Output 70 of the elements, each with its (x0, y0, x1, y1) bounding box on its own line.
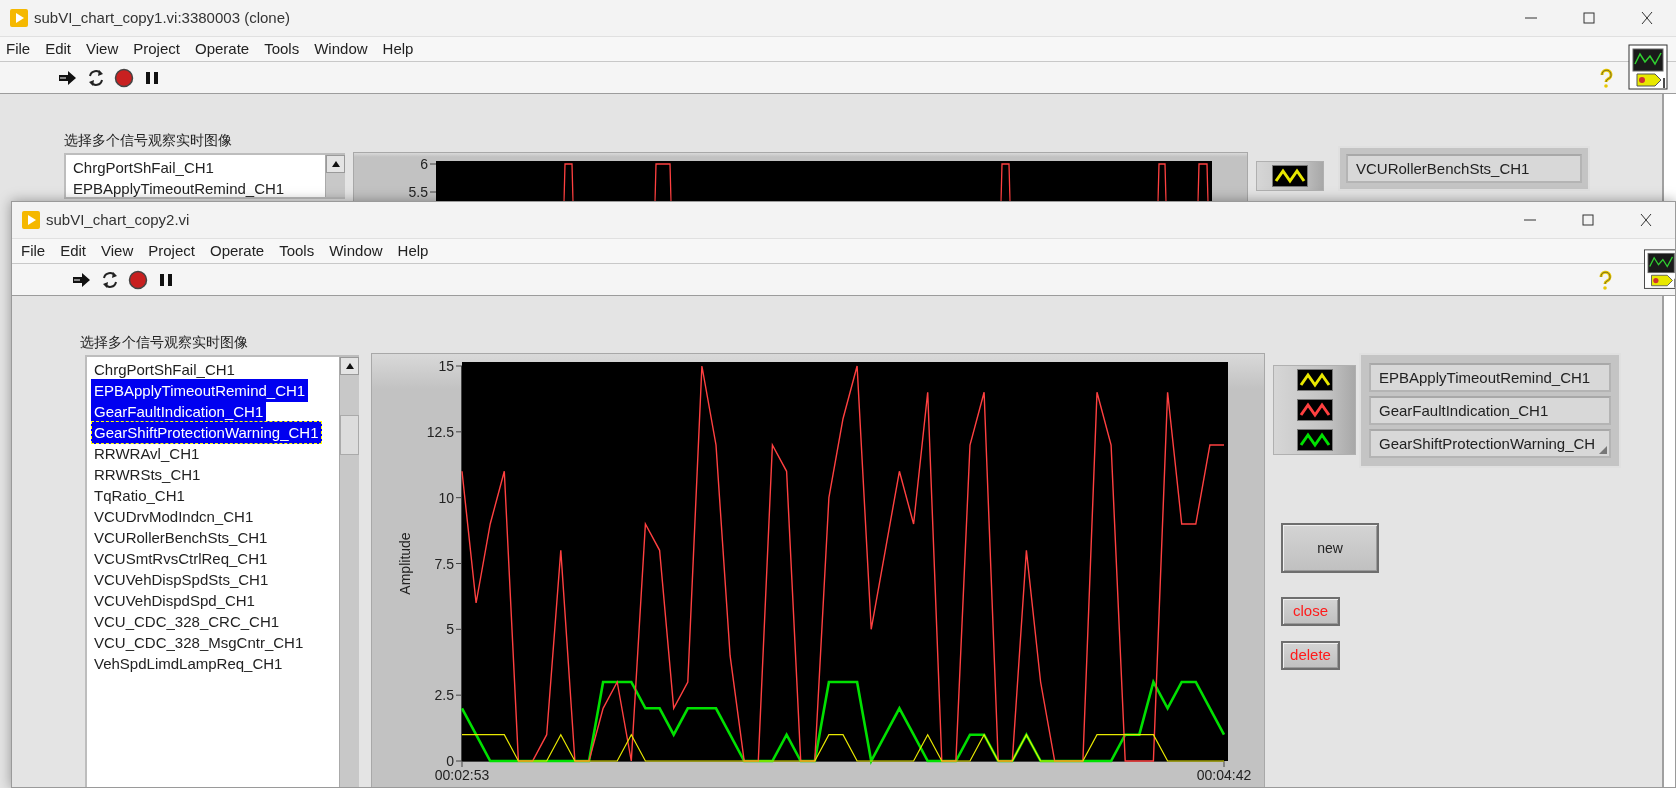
scroll-thumb[interactable] (340, 415, 359, 455)
menu-item[interactable]: Edit (60, 239, 87, 263)
list-item[interactable]: ChrgPortShFail_CH1 (91, 358, 238, 381)
scrollbar[interactable] (325, 155, 345, 197)
tick-label: 0 (446, 753, 454, 769)
list-item[interactable]: EPBApplyTimeoutRemind_CH1 (91, 379, 309, 402)
tick-label: 00:04:42 (1196, 767, 1252, 783)
menu-item[interactable]: Tools (279, 239, 315, 263)
axis-title: Amplitude (397, 532, 413, 595)
signal-list[interactable] (85, 355, 359, 787)
menu-item[interactable]: Project (148, 239, 195, 263)
list-item[interactable]: VCUVehDispSpdSts_CH1 (91, 568, 272, 591)
tick-label: 00:02:53 (434, 767, 490, 783)
signal-list[interactable]: ChrgPortShFail_CH1 EPBApplyTimeoutRemind_CH1 (64, 153, 345, 199)
scroll-up-icon[interactable] (344, 362, 355, 370)
resize-corner-icon (1599, 446, 1607, 454)
tick-label: 5 (446, 621, 454, 638)
scrollbar[interactable] (339, 357, 359, 787)
list-item[interactable]: VCUSmtRvsCtrlReq_CH1 (91, 547, 271, 570)
list-item[interactable]: GearShiftProtectionWarning_CH1 (91, 421, 322, 444)
tick-label: 2.5 (434, 687, 454, 704)
tick-label: 10 (438, 489, 454, 506)
abort-icon[interactable] (114, 67, 134, 88)
tick-label: 5.5 (408, 184, 428, 200)
menu-item[interactable]: Edit (45, 37, 72, 61)
menu-item[interactable]: Window (314, 37, 368, 61)
window-title: subVI_chart_copy1.vi:3380003 (clone) (34, 7, 290, 28)
tick-label: 15 (438, 358, 454, 374)
scroll-up-icon[interactable] (330, 160, 341, 168)
menu-item[interactable]: View (86, 37, 119, 61)
run-continuously-icon[interactable] (86, 67, 106, 88)
list-item[interactable]: VehSpdLimdLampReq_CH1 (91, 652, 286, 675)
legend-label[interactable]: GearFaultIndication_CH1 (1369, 396, 1611, 425)
list-item[interactable]: ChrgPortShFail_CH1 (70, 156, 217, 179)
menu-item[interactable]: File (6, 37, 31, 61)
list-label: 选择多个信号观察实时图像 (64, 131, 233, 150)
legend-label[interactable]: VCURollerBenchSts_CH1 (1346, 154, 1582, 183)
list-item[interactable]: EPBApplyTimeoutRemind_CH1 (70, 177, 288, 200)
vi-icon[interactable] (1628, 44, 1670, 92)
list-item[interactable]: VCURollerBenchSts_CH1 (91, 526, 271, 549)
tick-label: 12.5 (426, 423, 454, 440)
list-item[interactable]: RRWRSts_CH1 (91, 463, 204, 486)
menu-item[interactable]: Project (133, 37, 180, 61)
list-item[interactable]: VCU_CDC_328_CRC_CH1 (91, 610, 283, 633)
app-icon (10, 9, 28, 27)
tick-label: 7.5 (434, 555, 454, 572)
vi-icon[interactable] (1641, 249, 1675, 291)
list-item[interactable]: GearFaultIndication_CH1 (91, 400, 267, 423)
tick-label: 6 (420, 156, 428, 172)
action-button[interactable]: new (1281, 523, 1379, 573)
window-title: subVI_chart_copy2.vi (46, 209, 190, 230)
menu-item[interactable]: Operate (194, 37, 250, 61)
list-item[interactable]: VCUVehDispdSpd_CH1 (91, 589, 258, 612)
menu-item[interactable]: Help (397, 239, 429, 263)
menu-item[interactable]: View (101, 239, 134, 263)
list-item[interactable]: VCUDrvModIndcn_CH1 (91, 505, 257, 528)
run-continuously-icon[interactable] (100, 269, 120, 290)
list-item[interactable]: TqRatio_CH1 (91, 484, 188, 507)
menu-item[interactable]: Help (382, 37, 414, 61)
app-icon (22, 211, 40, 229)
legend-label[interactable]: EPBApplyTimeoutRemind_CH1 (1369, 363, 1611, 392)
menu-item[interactable]: File (21, 239, 46, 263)
menu-item[interactable]: Operate (209, 239, 265, 263)
list-label: 选择多个信号观察实时图像 (80, 333, 249, 352)
menu-item[interactable]: Window (329, 239, 383, 263)
list-item[interactable]: RRWRAvl_CH1 (91, 442, 203, 465)
list-item[interactable]: VCU_CDC_328_MsgCntr_CH1 (91, 631, 307, 654)
menu-item[interactable]: Tools (264, 37, 300, 61)
abort-icon[interactable] (128, 269, 148, 290)
legend-label[interactable]: GearShiftProtectionWarning_CH (1369, 429, 1611, 458)
